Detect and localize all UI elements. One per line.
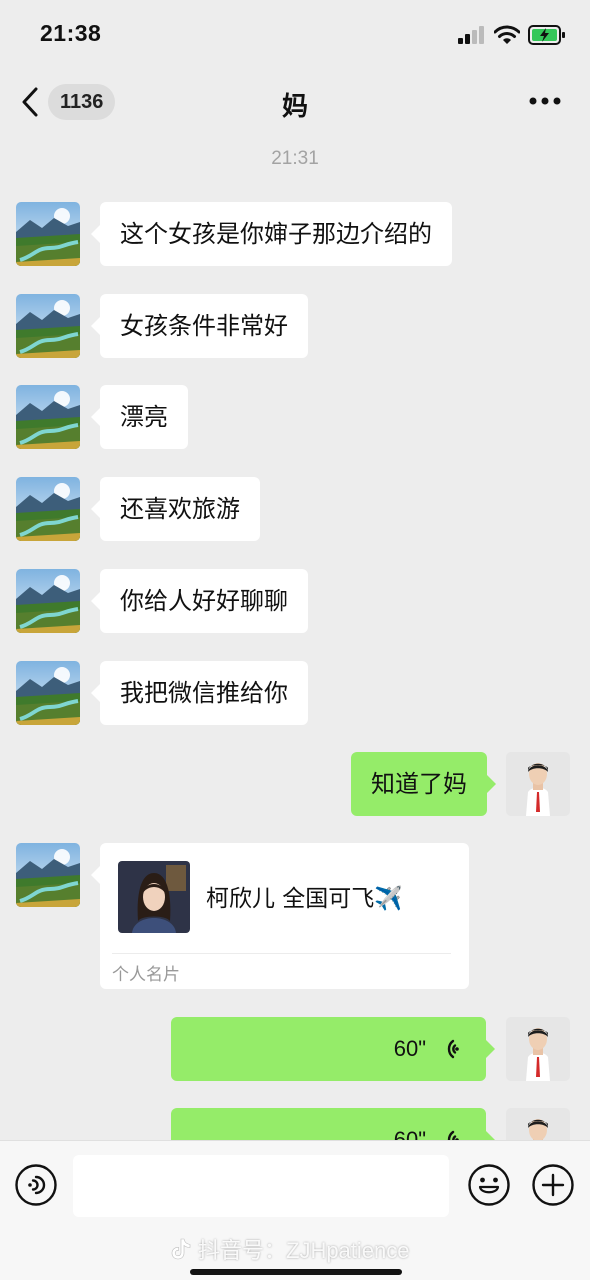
- contact-avatar[interactable]: [16, 477, 80, 541]
- incoming-message[interactable]: 漂亮: [91, 385, 188, 449]
- chat-title: 妈: [281, 92, 308, 122]
- contact-card[interactable]: 柯欣儿 全国可飞✈️ 个人名片: [91, 843, 469, 989]
- contact-avatar[interactable]: [16, 843, 80, 907]
- self-avatar[interactable]: [506, 1017, 570, 1081]
- incoming-message[interactable]: 我把微信推给你: [91, 661, 308, 725]
- outgoing-message[interactable]: 知道了妈: [351, 752, 496, 816]
- emoji-icon[interactable]: [467, 1163, 511, 1207]
- message-input[interactable]: [73, 1155, 449, 1217]
- incoming-message[interactable]: 这个女孩是你婶子那边介绍的: [91, 202, 452, 266]
- wifi-icon: [494, 25, 520, 44]
- contact-avatar[interactable]: [16, 569, 80, 633]
- contact-avatar[interactable]: [16, 661, 80, 725]
- input-bar: 抖音号：ZJHpatience: [0, 1140, 590, 1280]
- douyin-logo-icon: [171, 1238, 191, 1260]
- self-avatar[interactable]: [506, 752, 570, 816]
- more-icon[interactable]: [528, 96, 562, 106]
- watermark: 抖音号：ZJHpatience: [170, 1233, 410, 1265]
- status-icons: [458, 22, 566, 48]
- card-divider: [112, 953, 451, 954]
- voice-toggle-icon[interactable]: [14, 1163, 58, 1207]
- card-contact-photo: [118, 861, 190, 933]
- contact-avatar[interactable]: [16, 385, 80, 449]
- voice-message[interactable]: 60": [171, 1017, 495, 1081]
- signal-icon: [458, 26, 484, 44]
- incoming-message[interactable]: 女孩条件非常好: [91, 294, 308, 358]
- message-timestamp: 21:31: [271, 148, 319, 169]
- voice-wave-icon: [447, 1039, 459, 1059]
- status-bar: 21:38: [0, 0, 590, 66]
- incoming-message[interactable]: 你给人好好聊聊: [91, 569, 308, 633]
- watermark-text: 抖音号：ZJHpatience: [198, 1238, 410, 1263]
- chat-header: 1136 妈: [0, 66, 590, 138]
- home-indicator: [190, 1269, 402, 1275]
- voice-duration: 60": [393, 1036, 426, 1061]
- battery-charging-icon: [528, 25, 565, 45]
- status-time: 21:38: [40, 20, 102, 46]
- contact-avatar[interactable]: [16, 202, 80, 266]
- contact-avatar[interactable]: [16, 294, 80, 358]
- card-type-label: 个人名片: [112, 965, 180, 985]
- plus-icon[interactable]: [531, 1163, 575, 1207]
- incoming-message[interactable]: 还喜欢旅游: [91, 477, 260, 541]
- card-contact-name: 柯欣儿 全国可飞✈️: [206, 886, 403, 912]
